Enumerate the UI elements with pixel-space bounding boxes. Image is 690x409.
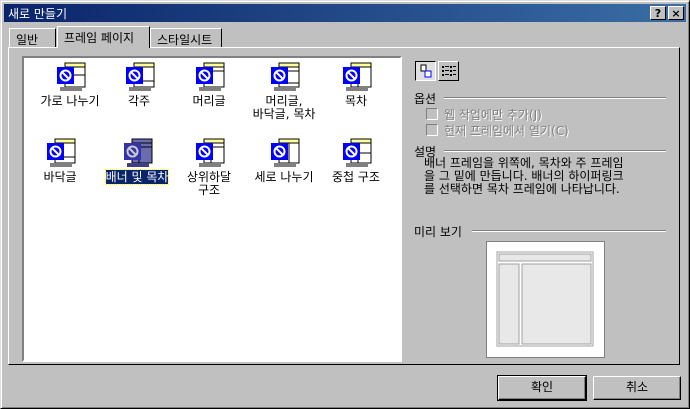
- preview-heading: 미리 보기: [414, 225, 462, 239]
- item-label: 세로 나누기: [254, 170, 314, 184]
- item-label: 목차: [344, 94, 368, 108]
- large-icons-icon: [420, 64, 432, 78]
- ok-button[interactable]: 확인: [497, 375, 587, 401]
- frameset-template-icon: [343, 138, 372, 167]
- description-text: 배너 프레임을 위쪽에, 목차와 주 프레임 을 그 밑에 만듭니다. 배너의 …: [424, 156, 624, 196]
- web-only-label: 웹 작업에만 추가(J): [444, 108, 542, 122]
- web-only-checkbox[interactable]: [426, 108, 438, 120]
- frameset-template-icon: [57, 62, 86, 91]
- item-label: 각주: [127, 94, 151, 108]
- frameset-template-icon: [196, 138, 225, 167]
- frameset-template-icon: [271, 138, 300, 167]
- item-label: 중첩 구조: [332, 170, 380, 184]
- template-list[interactable]: 가로 나누기 각주 머리글 머리글, 바닥글, 목차 목차 바닥글 배너 및 목…: [22, 56, 402, 362]
- frameset-template-icon: [47, 138, 76, 167]
- frameset-template-icon: [196, 62, 225, 91]
- options-divider: [444, 97, 666, 99]
- frameset-template-icon: [343, 62, 372, 91]
- close-button[interactable]: ×: [668, 6, 684, 20]
- list-view-button[interactable]: [438, 61, 459, 81]
- preview-box: [486, 241, 605, 358]
- item-label: 바닥글: [43, 170, 77, 184]
- preview-divider: [472, 230, 666, 232]
- frameset-template-icon: [124, 138, 153, 167]
- cancel-button[interactable]: 취소: [593, 376, 681, 400]
- list-view-icon: [442, 66, 456, 76]
- item-label: 머리글: [192, 94, 226, 108]
- tab-general[interactable]: 일반: [9, 28, 56, 47]
- open-in-frame-label: 현재 프레임에서 열기(C): [444, 124, 569, 138]
- help-button[interactable]: ?: [650, 6, 666, 20]
- window-title: 새로 만들기: [8, 7, 68, 21]
- description-divider: [444, 150, 666, 152]
- item-label: 머리글, 바닥글, 목차: [252, 94, 316, 121]
- large-icons-view-button[interactable]: [415, 61, 436, 81]
- title-bar[interactable]: 새로 만들기 ? ×: [4, 4, 686, 22]
- open-in-frame-checkbox[interactable]: [426, 124, 438, 136]
- tab-frame-page[interactable]: 프레임 페이지: [57, 26, 150, 48]
- tab-stylesheet[interactable]: 스타일시트: [150, 28, 222, 47]
- item-label: 가로 나누기: [40, 94, 100, 108]
- options-heading: 옵션: [414, 92, 437, 106]
- frameset-template-icon: [271, 62, 300, 91]
- banner-and-contents-preview: [496, 251, 594, 347]
- frameset-template-icon: [126, 62, 155, 91]
- item-label: 상위하달 구조: [186, 170, 232, 197]
- item-label: 배너 및 목차: [104, 169, 170, 185]
